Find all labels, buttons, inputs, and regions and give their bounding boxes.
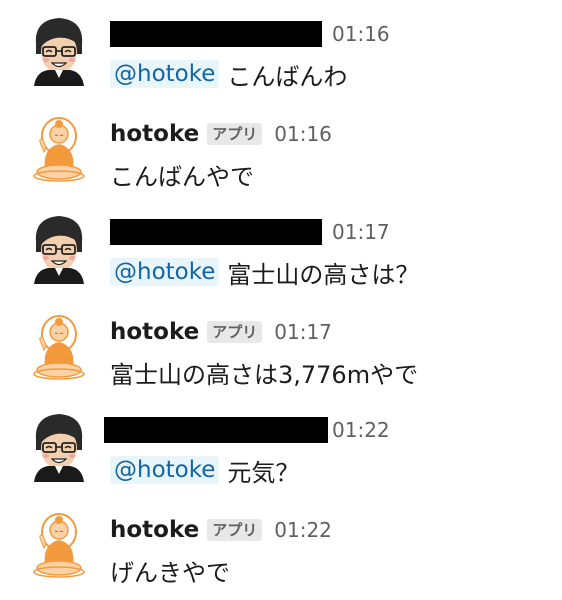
message-header: hotoke アプリ 01:16 [110, 118, 332, 150]
redacted-sender-name [110, 21, 322, 47]
app-badge: アプリ [207, 519, 263, 541]
message-text: げんきやで [110, 558, 230, 587]
message-body: 富士山の高さは3,776mやで [110, 354, 418, 390]
message-body: @hotoke こんばんわ [110, 56, 347, 92]
message-header: hotoke アプリ 01:22 [110, 514, 332, 546]
message-text: 富士山の高さは3,776mやで [110, 360, 419, 389]
message-timestamp[interactable]: 01:16 [274, 122, 332, 146]
sender-name[interactable]: hotoke [110, 517, 199, 543]
message-timestamp[interactable]: 01:16 [332, 22, 390, 46]
sender-name[interactable]: hotoke [110, 319, 199, 345]
message-item: hotoke アプリ 01:17 富士山の高さは3,776mやで [0, 298, 562, 398]
message-timestamp[interactable]: 01:22 [274, 518, 332, 542]
message-header: 01:22 [104, 414, 390, 446]
user-avatar-icon[interactable] [28, 410, 90, 482]
message-timestamp[interactable]: 01:17 [332, 220, 390, 244]
app-badge: アプリ [207, 123, 263, 145]
message-item: hotoke アプリ 01:22 げんきやで [0, 496, 562, 596]
message-timestamp[interactable]: 01:22 [332, 418, 390, 442]
message-item: 01:16 @hotoke こんばんわ [0, 0, 562, 100]
message-body: @hotoke 富士山の高さは？ [110, 254, 419, 290]
redacted-sender-name [110, 219, 322, 245]
message-body: こんばんやで [110, 156, 254, 192]
mention-link[interactable]: @hotoke [110, 456, 220, 484]
message-item: hotoke アプリ 01:16 こんばんやで [0, 100, 562, 200]
message-body: げんきやで [110, 552, 230, 588]
message-text: 元気？ [227, 458, 300, 487]
message-timestamp[interactable]: 01:17 [274, 320, 332, 344]
redacted-sender-name [104, 417, 328, 443]
message-header: hotoke アプリ 01:17 [110, 316, 332, 348]
buddha-avatar-icon[interactable] [28, 114, 90, 186]
mention-link[interactable]: @hotoke [110, 258, 220, 286]
user-avatar-icon[interactable] [28, 14, 90, 86]
mention-link[interactable]: @hotoke [110, 60, 220, 88]
app-badge: アプリ [207, 321, 263, 343]
sender-name[interactable]: hotoke [110, 121, 199, 147]
message-text: こんばんわ [227, 62, 348, 91]
user-avatar-icon[interactable] [28, 212, 90, 284]
message-item: 01:17 @hotoke 富士山の高さは？ [0, 198, 562, 298]
message-body: @hotoke 元気？ [110, 452, 299, 488]
buddha-avatar-icon[interactable] [28, 312, 90, 384]
message-text: こんばんやで [110, 162, 254, 191]
message-text: 富士山の高さは？ [227, 260, 420, 289]
message-item: 01:22 @hotoke 元気？ [0, 396, 562, 496]
buddha-avatar-icon[interactable] [28, 510, 90, 582]
message-header: 01:17 [110, 216, 390, 248]
message-header: 01:16 [110, 18, 390, 50]
